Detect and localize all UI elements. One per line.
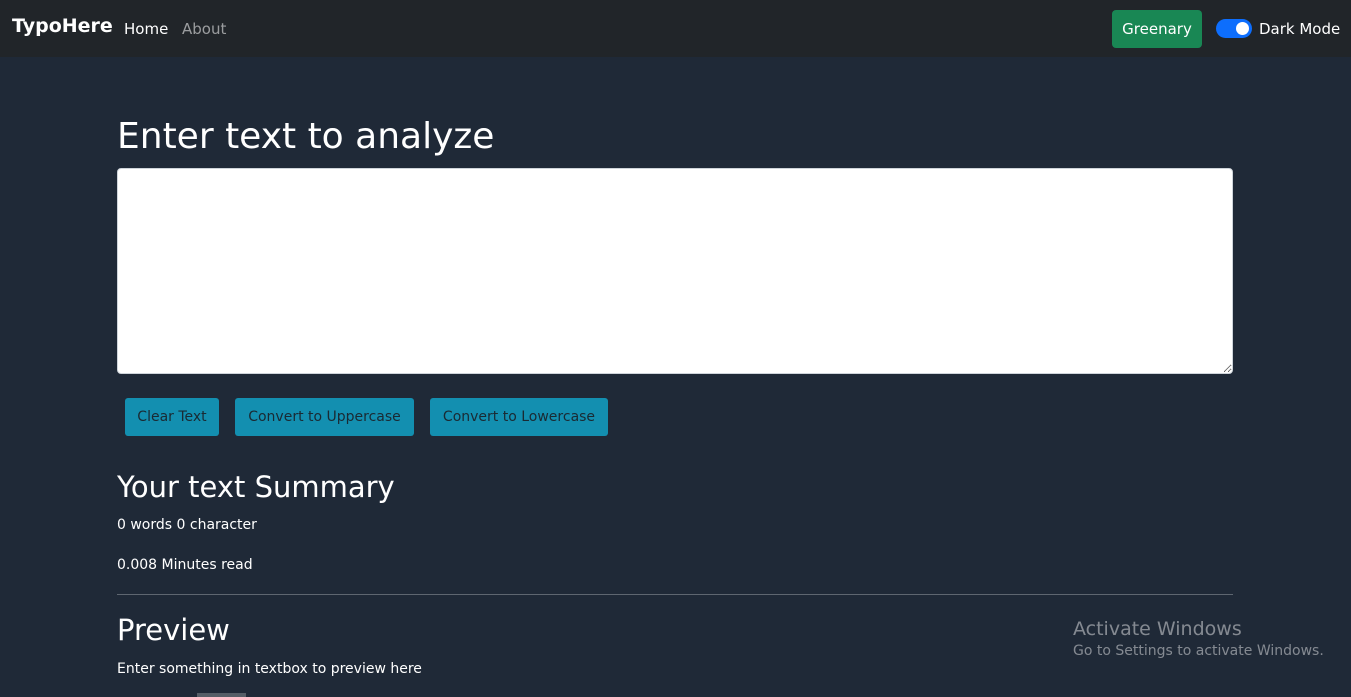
windows-watermark-title: Activate Windows — [1073, 618, 1242, 640]
navbar: TypoHere Home About Greenary Dark Mode — [0, 0, 1351, 57]
windows-watermark-subtitle: Go to Settings to activate Windows. — [1073, 643, 1324, 659]
preview-heading: Preview — [117, 613, 230, 647]
page-title: Enter text to analyze — [117, 116, 495, 157]
read-time-text: 0.008 Minutes read — [117, 557, 253, 573]
dark-mode-toggle[interactable] — [1216, 19, 1252, 38]
toggle-knob — [1236, 22, 1249, 35]
divider — [117, 594, 1233, 595]
text-input[interactable] — [117, 168, 1233, 374]
scrollbar-thumb[interactable] — [197, 693, 246, 697]
uppercase-button[interactable]: Convert to Uppercase — [235, 398, 414, 436]
summary-heading: Your text Summary — [117, 470, 395, 504]
brand-logo[interactable]: TypoHere — [12, 15, 113, 37]
nav-about-link[interactable]: About — [182, 20, 226, 38]
greenary-theme-button[interactable]: Greenary — [1112, 10, 1202, 48]
lowercase-button[interactable]: Convert to Lowercase — [430, 398, 608, 436]
dark-mode-label: Dark Mode — [1259, 20, 1341, 38]
preview-text: Enter something in textbox to preview he… — [117, 661, 422, 677]
nav-home-link[interactable]: Home — [124, 20, 168, 38]
clear-text-button[interactable]: Clear Text — [125, 398, 219, 436]
word-count-text: 0 words 0 character — [117, 517, 257, 533]
